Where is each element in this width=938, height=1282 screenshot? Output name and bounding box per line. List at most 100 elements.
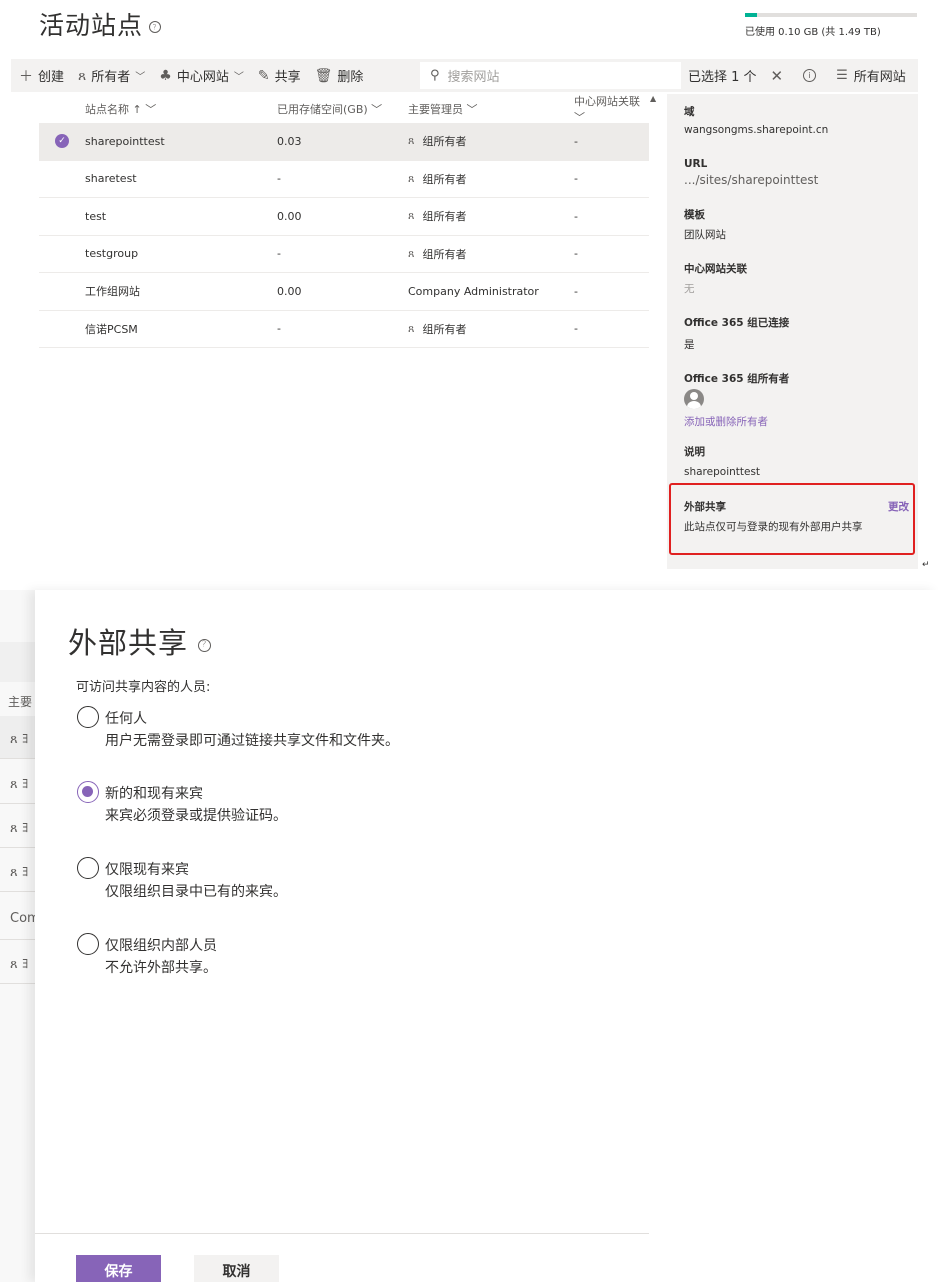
site-name[interactable]: 信诺PCSM xyxy=(85,321,138,337)
person-icon: ጸ xyxy=(408,209,415,223)
background-row: ጸ ﾖ xyxy=(0,849,35,892)
group-connected-field: Office 365 组已连接 是 xyxy=(684,317,790,351)
hub-site-button[interactable]: ♣ 中心网站 ﹀ xyxy=(159,66,244,86)
active-sites-view: 活动站点? 已使用 0.10 GB (共 1.49 TB) ＋ 创建 ጸ 所有者… xyxy=(0,0,938,570)
hub-field: 中心网站关联 无 xyxy=(684,263,747,295)
create-button[interactable]: ＋ 创建 xyxy=(19,66,64,86)
owner-button[interactable]: ጸ 所有者 ﹀ xyxy=(78,66,145,86)
dialog-title: 外部共享? xyxy=(68,620,212,662)
site-name[interactable]: sharepointtest xyxy=(85,135,165,148)
person-icon: ጸ xyxy=(408,134,415,148)
filter-icon[interactable]: ☰ xyxy=(836,68,848,83)
option-anyone[interactable]: 任何人 用户无需登录即可通过链接共享文件和文件夹。 xyxy=(77,706,399,750)
site-storage: - xyxy=(277,322,281,336)
background-row: ጸ ﾖ xyxy=(0,716,35,759)
site-storage: 0.00 xyxy=(277,209,302,223)
return-mark-icon: ↵ xyxy=(922,560,930,570)
background-row: ጸ ﾖ xyxy=(0,941,35,984)
option-existing-guests[interactable]: 仅限现有来宾 仅限组织目录中已有的来宾。 xyxy=(77,857,287,901)
site-hub: - xyxy=(574,172,578,186)
background-list-fragment: 主要 ጸ ﾖ ጸ ﾖ ጸ ﾖ ጸ ﾖ Com ጸ ﾖ xyxy=(0,590,35,1282)
site-storage: - xyxy=(277,247,281,261)
radio-internal-only[interactable] xyxy=(77,933,99,955)
hub-icon: ♣ xyxy=(159,67,172,84)
site-storage: 0.00 xyxy=(277,284,302,298)
storage-bar-fill xyxy=(745,13,757,17)
save-button[interactable]: 保存 xyxy=(76,1255,161,1282)
table-row[interactable]: test 0.00 ጸ 组所有者 - xyxy=(39,198,649,236)
share-button[interactable]: ✎ 共享 xyxy=(257,66,301,86)
column-header-name[interactable]: 站点名称 ↑ ﹀ xyxy=(85,101,156,117)
background-row: Com xyxy=(0,897,35,940)
radio-new-existing-guests[interactable] xyxy=(77,781,99,803)
sites-table: 站点名称 ↑ ﹀ 已用存储空间(GB) ﹀ 主要管理员 ﹀ 中心网站关联 ﹀ ✓… xyxy=(39,94,649,348)
group-owner-field: Office 365 组所有者 添加或删除所有者 xyxy=(684,373,790,429)
option-new-existing-guests[interactable]: 新的和现有来宾 来宾必须登录或提供验证码。 xyxy=(77,781,287,825)
command-bar: ＋ 创建 ጸ 所有者 ﹀ ♣ 中心网站 ﹀ ✎ 共享 🗑 删除 ⚲ 搜索网站 已… xyxy=(11,59,918,92)
option-internal-only[interactable]: 仅限组织内部人员 不允许外部共享。 xyxy=(77,933,217,977)
site-admin: ጸ 组所有者 xyxy=(408,209,467,224)
radio-anyone[interactable] xyxy=(77,706,99,728)
dialog-subtitle: 可访问共享内容的人员: xyxy=(76,680,211,695)
site-storage: - xyxy=(277,172,281,186)
chevron-down-icon: ﹀ xyxy=(233,72,244,83)
background-row: ጸ ﾖ xyxy=(0,805,35,848)
row-checkbox[interactable]: ✓ xyxy=(39,134,85,149)
search-icon: ⚲ xyxy=(430,68,440,83)
add-remove-owners-link[interactable]: 添加或删除所有者 xyxy=(684,414,789,429)
view-selector[interactable]: 所有网站 xyxy=(854,66,906,85)
site-admin: ጸ 组所有者 xyxy=(408,134,467,149)
column-header-storage[interactable]: 已用存储空间(GB) ﹀ xyxy=(277,101,382,117)
external-sharing-view: 主要 ጸ ﾖ ጸ ﾖ ጸ ﾖ ጸ ﾖ Com ጸ ﾖ 外部共享? 可访问共享内容… xyxy=(0,590,938,1282)
checkmark-icon: ✓ xyxy=(55,134,69,149)
site-hub: - xyxy=(574,284,578,298)
help-icon[interactable]: ? xyxy=(149,21,162,33)
table-header: 站点名称 ↑ ﹀ 已用存储空间(GB) ﹀ 主要管理员 ﹀ 中心网站关联 ﹀ xyxy=(39,93,649,125)
selected-count: 已选择 1 个 xyxy=(688,70,757,85)
help-icon[interactable]: ? xyxy=(198,638,212,652)
table-row[interactable]: 信诺PCSM - ጸ 组所有者 - xyxy=(39,311,649,348)
trash-icon: 🗑 xyxy=(314,67,333,84)
info-icon[interactable]: i xyxy=(803,69,817,82)
background-header-box xyxy=(0,642,35,682)
site-name[interactable]: testgroup xyxy=(85,247,138,260)
site-hub: - xyxy=(574,134,578,148)
column-header-admin[interactable]: 主要管理员 ﹀ xyxy=(408,101,478,117)
site-name[interactable]: 工作组网站 xyxy=(85,283,140,299)
url-field: URL .../sites/sharepointtest xyxy=(684,158,819,187)
description-field: 说明 sharepointtest xyxy=(684,446,761,478)
site-hub: - xyxy=(574,209,578,223)
site-name[interactable]: test xyxy=(85,210,106,223)
avatar xyxy=(684,389,704,409)
scroll-up-icon[interactable]: ▲ xyxy=(650,94,656,103)
search-input[interactable]: ⚲ 搜索网站 xyxy=(420,62,681,89)
external-sharing-dialog: 外部共享? 可访问共享内容的人员: 任何人 用户无需登录即可通过链接共享文件和文… xyxy=(35,590,938,1282)
radio-existing-guests[interactable] xyxy=(77,857,99,879)
table-row[interactable]: testgroup - ጸ 组所有者 - xyxy=(39,236,649,273)
site-hub: - xyxy=(574,247,578,261)
page-title: 活动站点? xyxy=(39,6,162,42)
selection-info: 已选择 1 个 ✕ i ☰ 所有网站 xyxy=(688,59,906,92)
site-admin: ጸ 组所有者 xyxy=(408,171,467,186)
site-admin: ጸ 组所有者 xyxy=(408,246,467,261)
pencil-icon: ✎ xyxy=(257,67,270,84)
plus-icon: ＋ xyxy=(19,68,33,85)
url-link[interactable]: .../sites/sharepointtest xyxy=(684,173,818,187)
details-panel: 域 wangsongms.sharepoint.cn URL .../sites… xyxy=(667,94,918,569)
table-row[interactable]: 工作组网站 0.00 Company Administrator - xyxy=(39,273,649,311)
site-name[interactable]: sharetest xyxy=(85,172,137,185)
cancel-button[interactable]: 取消 xyxy=(194,1255,279,1282)
delete-button[interactable]: 🗑 删除 xyxy=(314,66,364,86)
clear-selection-icon[interactable]: ✕ xyxy=(771,67,784,85)
storage-bar xyxy=(745,13,917,17)
table-row[interactable]: ✓ sharepointtest 0.03 ጸ 组所有者 - xyxy=(39,123,649,161)
site-hub: - xyxy=(574,322,578,336)
column-header-hub[interactable]: 中心网站关联 ﹀ xyxy=(574,93,649,125)
site-admin: Company Administrator xyxy=(408,284,539,298)
change-sharing-link[interactable]: 更改 xyxy=(888,499,909,514)
table-row[interactable]: sharetest - ጸ 组所有者 - xyxy=(39,161,649,198)
template-field: 模板 团队网站 xyxy=(684,209,726,241)
storage-text: 已使用 0.10 GB (共 1.49 TB) xyxy=(745,27,881,38)
external-sharing-field: 外部共享 更改 此站点仅可与登录的现有外部用户共享 xyxy=(669,483,915,555)
background-column-header: 主要 xyxy=(8,695,33,709)
